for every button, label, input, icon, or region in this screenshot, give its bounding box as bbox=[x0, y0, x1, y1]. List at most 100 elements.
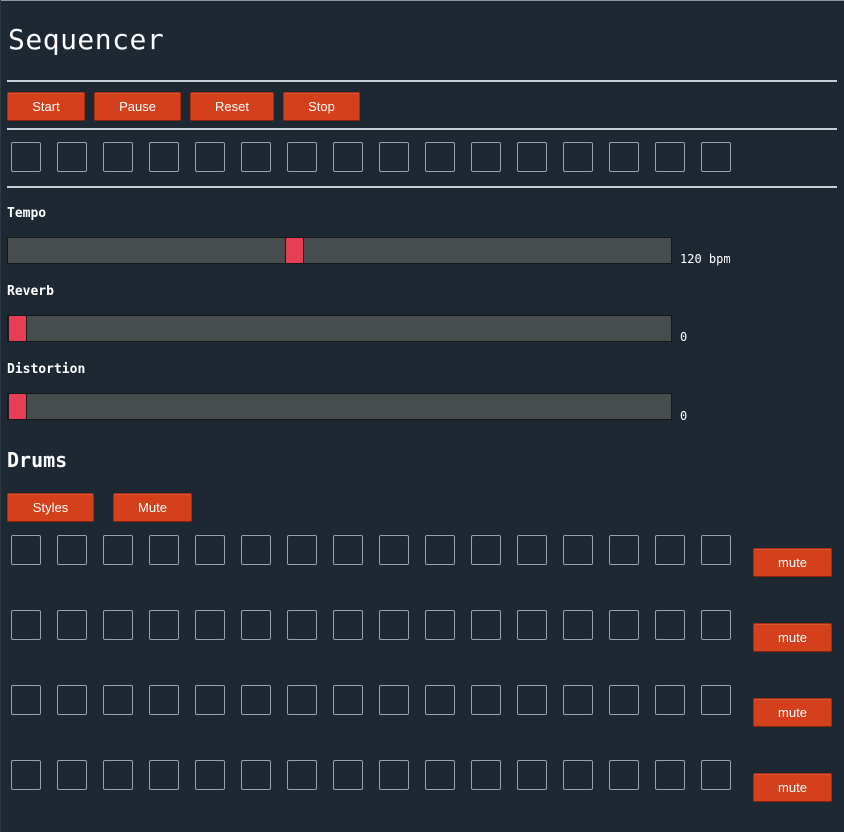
reverb-slider[interactable] bbox=[7, 315, 672, 342]
drum-step-cell[interactable] bbox=[241, 685, 271, 715]
mute-all-button[interactable]: Mute bbox=[113, 493, 192, 522]
drum-step-cell[interactable] bbox=[287, 685, 317, 715]
drum-step-cell[interactable] bbox=[655, 535, 685, 565]
drum-step-cell[interactable] bbox=[333, 535, 363, 565]
row-mute-button[interactable]: mute bbox=[753, 698, 832, 727]
drum-step-cell[interactable] bbox=[701, 535, 731, 565]
reverb-slider-thumb[interactable] bbox=[8, 315, 27, 342]
drum-step-cell[interactable] bbox=[471, 760, 501, 790]
drum-step-cell[interactable] bbox=[655, 685, 685, 715]
step-indicator bbox=[563, 142, 593, 172]
drum-step-cell[interactable] bbox=[517, 535, 547, 565]
drum-step-cell[interactable] bbox=[333, 685, 363, 715]
reset-button[interactable]: Reset bbox=[190, 92, 274, 121]
reverb-label: Reverb bbox=[7, 284, 54, 299]
drum-step-cell[interactable] bbox=[609, 760, 639, 790]
step-indicator bbox=[287, 142, 317, 172]
drum-step-cell[interactable] bbox=[609, 610, 639, 640]
drum-step-cell[interactable] bbox=[655, 610, 685, 640]
drum-step-cell[interactable] bbox=[57, 610, 87, 640]
drum-step-cell[interactable] bbox=[379, 685, 409, 715]
drum-step-cell[interactable] bbox=[379, 610, 409, 640]
drum-step-cell[interactable] bbox=[57, 760, 87, 790]
drum-step-cell[interactable] bbox=[517, 685, 547, 715]
divider-1 bbox=[7, 80, 837, 82]
drum-step-cell[interactable] bbox=[425, 535, 455, 565]
drum-step-cell[interactable] bbox=[517, 610, 547, 640]
top-border bbox=[0, 0, 844, 1]
styles-button[interactable]: Styles bbox=[7, 493, 94, 522]
drum-step-cell[interactable] bbox=[471, 685, 501, 715]
drum-step-cell[interactable] bbox=[103, 610, 133, 640]
distortion-slider-thumb[interactable] bbox=[8, 393, 27, 420]
drum-step-cell[interactable] bbox=[471, 610, 501, 640]
drum-step-cell[interactable] bbox=[287, 760, 317, 790]
drum-step-cell[interactable] bbox=[241, 535, 271, 565]
step-indicator bbox=[609, 142, 639, 172]
step-indicator bbox=[655, 142, 685, 172]
drum-step-cell[interactable] bbox=[287, 610, 317, 640]
step-indicator bbox=[333, 142, 363, 172]
drum-step-cell[interactable] bbox=[195, 535, 225, 565]
drum-step-cell[interactable] bbox=[103, 535, 133, 565]
tempo-label: Tempo bbox=[7, 206, 47, 221]
drum-step-cell[interactable] bbox=[701, 760, 731, 790]
divider-3 bbox=[7, 186, 837, 188]
drum-step-cell[interactable] bbox=[471, 535, 501, 565]
drum-step-cell[interactable] bbox=[287, 535, 317, 565]
step-indicator bbox=[103, 142, 133, 172]
drum-step-cell[interactable] bbox=[103, 685, 133, 715]
step-indicator bbox=[11, 142, 41, 172]
distortion-slider[interactable] bbox=[7, 393, 672, 420]
drum-step-cell[interactable] bbox=[195, 610, 225, 640]
row-mute-button[interactable]: mute bbox=[753, 548, 832, 577]
drum-step-cell[interactable] bbox=[563, 685, 593, 715]
tempo-slider-thumb[interactable] bbox=[285, 237, 304, 264]
drum-step-cell[interactable] bbox=[149, 535, 179, 565]
drum-step-cell[interactable] bbox=[149, 760, 179, 790]
distortion-value: 0 bbox=[680, 409, 688, 423]
drum-step-cell[interactable] bbox=[701, 610, 731, 640]
drum-step-cell[interactable] bbox=[241, 610, 271, 640]
step-indicator bbox=[57, 142, 87, 172]
stop-button[interactable]: Stop bbox=[283, 92, 360, 121]
drum-step-cell[interactable] bbox=[333, 760, 363, 790]
drum-step-cell[interactable] bbox=[609, 685, 639, 715]
drum-step-cell[interactable] bbox=[609, 535, 639, 565]
drum-step-cell[interactable] bbox=[563, 760, 593, 790]
drum-step-cell[interactable] bbox=[241, 760, 271, 790]
row-mute-button[interactable]: mute bbox=[753, 773, 832, 802]
drum-step-cell[interactable] bbox=[149, 685, 179, 715]
drum-step-cell[interactable] bbox=[563, 610, 593, 640]
drum-step-cell[interactable] bbox=[11, 610, 41, 640]
left-border bbox=[0, 0, 1, 832]
drum-step-cell[interactable] bbox=[57, 535, 87, 565]
drum-step-cell[interactable] bbox=[195, 760, 225, 790]
drum-step-cell[interactable] bbox=[103, 760, 133, 790]
tempo-value: 120 bpm bbox=[680, 252, 731, 266]
page-title: Sequencer bbox=[8, 23, 165, 56]
drum-step-cell[interactable] bbox=[655, 760, 685, 790]
drum-step-cell[interactable] bbox=[517, 760, 547, 790]
drum-step-cell[interactable] bbox=[379, 760, 409, 790]
row-mute-button[interactable]: mute bbox=[753, 623, 832, 652]
step-indicator bbox=[425, 142, 455, 172]
divider-2 bbox=[7, 128, 837, 130]
tempo-slider[interactable] bbox=[7, 237, 672, 264]
drum-step-cell[interactable] bbox=[149, 610, 179, 640]
drum-step-cell[interactable] bbox=[425, 610, 455, 640]
drum-step-cell[interactable] bbox=[333, 610, 363, 640]
drum-step-cell[interactable] bbox=[379, 535, 409, 565]
drum-step-cell[interactable] bbox=[701, 685, 731, 715]
drum-step-cell[interactable] bbox=[11, 535, 41, 565]
start-button[interactable]: Start bbox=[7, 92, 85, 121]
drum-step-cell[interactable] bbox=[11, 685, 41, 715]
step-indicator bbox=[517, 142, 547, 172]
pause-button[interactable]: Pause bbox=[94, 92, 181, 121]
drum-step-cell[interactable] bbox=[11, 760, 41, 790]
drum-step-cell[interactable] bbox=[57, 685, 87, 715]
drum-step-cell[interactable] bbox=[563, 535, 593, 565]
drum-step-cell[interactable] bbox=[425, 685, 455, 715]
drum-step-cell[interactable] bbox=[195, 685, 225, 715]
drum-step-cell[interactable] bbox=[425, 760, 455, 790]
